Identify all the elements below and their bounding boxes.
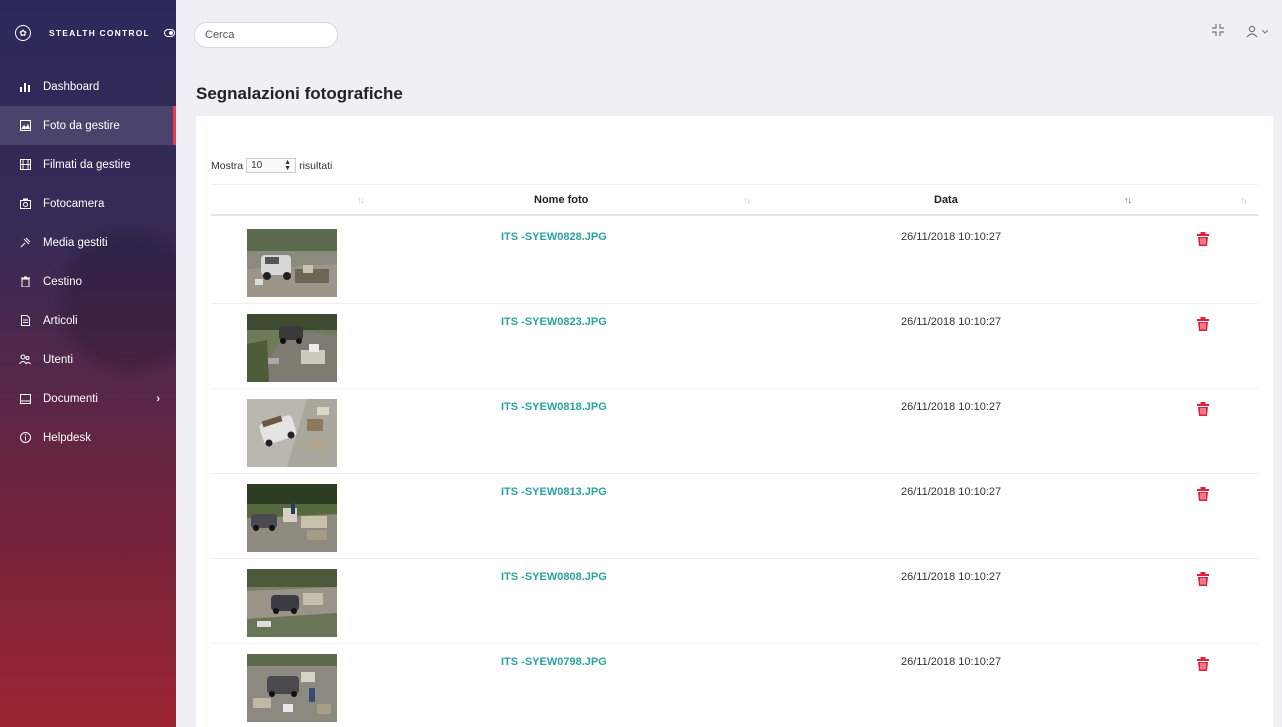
photo-thumbnail[interactable] bbox=[247, 654, 337, 722]
sidebar-item-cestino[interactable]: Cestino bbox=[0, 262, 176, 301]
search-input[interactable] bbox=[194, 22, 338, 48]
user-icon bbox=[1246, 25, 1258, 38]
brand: ✿ STEALTH CONTROL bbox=[0, 0, 176, 66]
delete-trash-icon[interactable] bbox=[1197, 572, 1209, 591]
sort-icon[interactable]: ↑↓ bbox=[743, 185, 751, 215]
sidebar: ✿ STEALTH CONTROL Dashboard Foto da gest… bbox=[0, 0, 176, 727]
sidebar-item-articoli[interactable]: Articoli bbox=[0, 301, 176, 340]
page-title: Segnalazioni fotografiche bbox=[196, 84, 403, 103]
file-name-link[interactable]: ITS -SYEW0823.JPG bbox=[501, 316, 607, 328]
delete-trash-icon[interactable] bbox=[1197, 232, 1209, 251]
document-icon bbox=[19, 315, 31, 327]
folder-icon bbox=[19, 393, 31, 405]
length-prefix: Mostra bbox=[211, 159, 244, 172]
sidebar-item-utenti[interactable]: Utenti bbox=[0, 340, 176, 379]
info-icon bbox=[19, 432, 31, 444]
page-length-value: 10 bbox=[251, 160, 263, 171]
trash-icon bbox=[19, 276, 31, 288]
sidebar-item-media-gestiti[interactable]: Media gestiti bbox=[0, 223, 176, 262]
sort-icon[interactable]: ↑↓ bbox=[1124, 185, 1132, 215]
delete-trash-icon[interactable] bbox=[1197, 317, 1209, 336]
file-date: 26/11/2018 10:10:27 bbox=[901, 231, 1002, 243]
sidebar-item-label: Utenti bbox=[43, 353, 74, 366]
users-icon bbox=[19, 354, 31, 366]
sidebar-item-label: Fotocamera bbox=[43, 197, 105, 210]
sidebar-item-dashboard[interactable]: Dashboard bbox=[0, 67, 176, 106]
file-date: 26/11/2018 10:10:27 bbox=[901, 656, 1002, 668]
table-row: ITS -SYEW0808.JPG 26/11/2018 10:10:27 bbox=[211, 559, 1258, 644]
brand-logo-icon: ✿ bbox=[15, 25, 31, 41]
sidebar-item-documenti[interactable]: Documenti › bbox=[0, 379, 176, 418]
file-name-link[interactable]: ITS -SYEW0813.JPG bbox=[501, 486, 607, 498]
photo-thumbnail[interactable] bbox=[247, 399, 337, 467]
file-name-link[interactable]: ITS -SYEW0808.JPG bbox=[501, 571, 607, 583]
top-actions bbox=[1212, 24, 1268, 39]
pin-icon bbox=[19, 237, 31, 249]
sidebar-item-label: Foto da gestire bbox=[43, 119, 120, 132]
camera-icon bbox=[19, 198, 31, 210]
table-header: ↑↓ Nome foto ↑↓ Data ↑↓ ↑↓ bbox=[211, 184, 1258, 216]
sidebar-item-fotocamera[interactable]: Fotocamera bbox=[0, 184, 176, 223]
file-name-link[interactable]: ITS -SYEW0828.JPG bbox=[501, 231, 607, 243]
photo-thumbnail[interactable] bbox=[247, 229, 337, 297]
delete-trash-icon[interactable] bbox=[1197, 487, 1209, 506]
table-card: Mostra 10 ▲ ▼ risultati ↑↓ Nome foto ↑↓ D… bbox=[196, 116, 1273, 727]
chevron-right-icon: › bbox=[156, 392, 160, 405]
sidebar-item-filmati-da-gestire[interactable]: Filmati da gestire bbox=[0, 145, 176, 184]
bar-chart-icon bbox=[19, 81, 31, 93]
sidebar-item-label: Documenti bbox=[43, 392, 98, 405]
sidebar-item-label: Media gestiti bbox=[43, 236, 108, 249]
file-date: 26/11/2018 10:10:27 bbox=[901, 486, 1002, 498]
user-menu[interactable] bbox=[1246, 25, 1268, 38]
column-header-date[interactable]: Data bbox=[934, 185, 958, 215]
delete-trash-icon[interactable] bbox=[1197, 657, 1209, 676]
table-row: ITS -SYEW0828.JPG 26/11/2018 10:10:27 bbox=[211, 219, 1258, 304]
photo-thumbnail[interactable] bbox=[247, 314, 337, 382]
chevron-down-icon bbox=[1262, 29, 1268, 34]
delete-trash-icon[interactable] bbox=[1197, 402, 1209, 421]
fullscreen-collapse-icon[interactable] bbox=[1212, 24, 1224, 39]
sidebar-item-helpdesk[interactable]: Helpdesk bbox=[0, 418, 176, 457]
file-date: 26/11/2018 10:10:27 bbox=[901, 316, 1002, 328]
sidebar-item-label: Filmati da gestire bbox=[43, 158, 131, 171]
sort-icon[interactable]: ↑↓ bbox=[357, 185, 365, 215]
photo-thumbnail[interactable] bbox=[247, 484, 337, 552]
sidebar-item-label: Helpdesk bbox=[43, 431, 91, 444]
sidebar-item-label: Cestino bbox=[43, 275, 82, 288]
sidebar-item-foto-da-gestire[interactable]: Foto da gestire bbox=[0, 106, 176, 145]
sort-icon[interactable]: ↑↓ bbox=[1240, 185, 1248, 215]
page-length-control: Mostra 10 ▲ ▼ risultati bbox=[211, 158, 332, 173]
sidebar-item-label: Dashboard bbox=[43, 80, 100, 93]
select-arrows-icon: ▲ ▼ bbox=[284, 158, 292, 172]
image-icon bbox=[19, 120, 31, 132]
sidebar-item-label: Articoli bbox=[43, 314, 78, 327]
table-row: ITS -SYEW0818.JPG 26/11/2018 10:10:27 bbox=[211, 389, 1258, 474]
sidebar-toggle-icon[interactable] bbox=[163, 29, 175, 37]
film-icon bbox=[19, 159, 31, 171]
file-date: 26/11/2018 10:10:27 bbox=[901, 401, 1002, 413]
table-row: ITS -SYEW0823.JPG 26/11/2018 10:10:27 bbox=[211, 304, 1258, 389]
brand-name: STEALTH CONTROL bbox=[49, 28, 150, 38]
file-date: 26/11/2018 10:10:27 bbox=[901, 571, 1002, 583]
file-name-link[interactable]: ITS -SYEW0798.JPG bbox=[501, 656, 607, 668]
table-row: ITS -SYEW0798.JPG 26/11/2018 10:10:27 bbox=[211, 644, 1258, 727]
page-length-select[interactable]: 10 ▲ ▼ bbox=[246, 158, 297, 173]
length-suffix: risultati bbox=[299, 159, 333, 172]
photo-thumbnail[interactable] bbox=[247, 569, 337, 637]
table-row: ITS -SYEW0813.JPG 26/11/2018 10:10:27 bbox=[211, 474, 1258, 559]
file-name-link[interactable]: ITS -SYEW0818.JPG bbox=[501, 401, 607, 413]
sidebar-nav: Dashboard Foto da gestire Filmati da ges… bbox=[0, 67, 176, 457]
column-header-name[interactable]: Nome foto bbox=[534, 185, 588, 215]
